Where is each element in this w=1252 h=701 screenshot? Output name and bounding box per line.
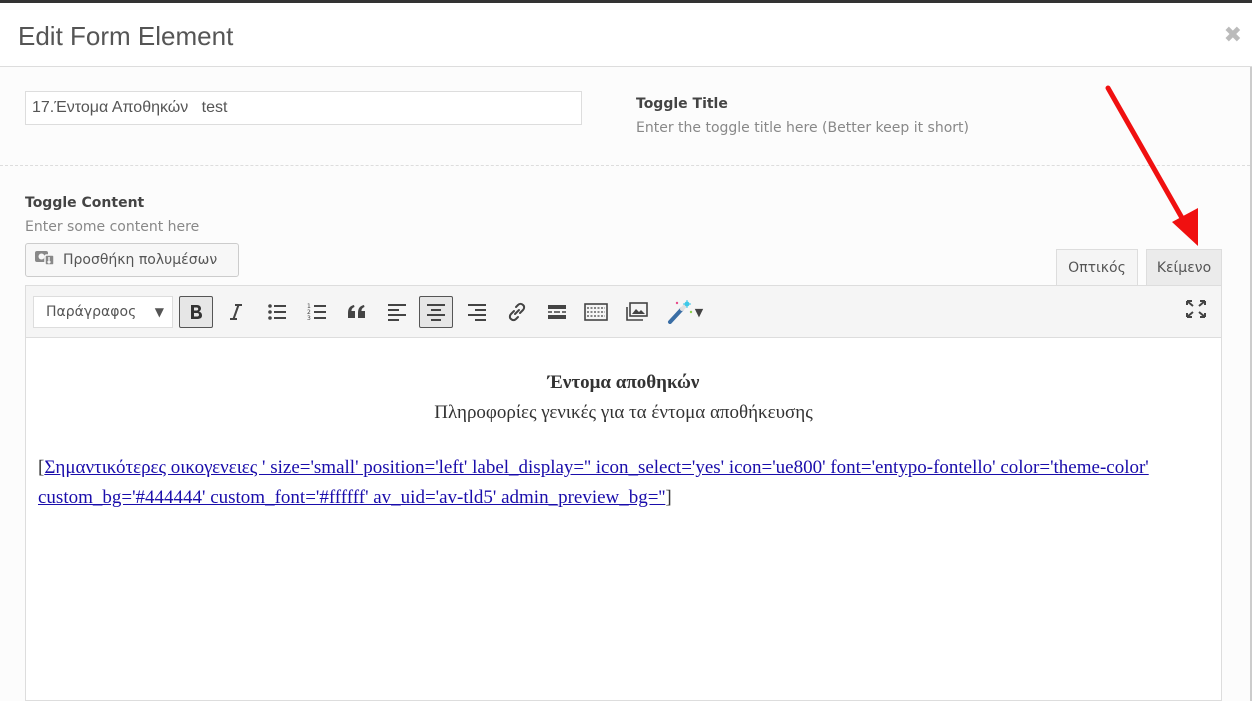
bold-icon xyxy=(191,305,202,319)
align-left-icon xyxy=(388,304,406,321)
tab-visual[interactable]: Οπτικός xyxy=(1056,249,1138,285)
toggle-content-label: Toggle Content xyxy=(25,195,145,211)
insert-link-button[interactable] xyxy=(500,296,534,328)
modal-header: Edit Form Element ✖ xyxy=(0,3,1252,67)
shortcode-link[interactable]: Σημαντικότερες οικογενειες ' size='small… xyxy=(38,457,1149,508)
read-more-icon xyxy=(548,305,566,319)
align-center-icon xyxy=(427,304,445,321)
content-subheading: Πληροφορίες γενικές για τα έντομα αποθήκ… xyxy=(434,402,813,423)
format-select-value: Παράγραφος xyxy=(46,304,137,320)
close-icon[interactable]: ✖ xyxy=(1224,23,1242,48)
add-media-label: Προσθήκη πολυμέσων xyxy=(63,252,218,268)
shortcode-paragraph: [Σημαντικότερες οικογενειες ' size='smal… xyxy=(38,453,1208,513)
magic-wand-icon xyxy=(667,300,692,324)
bullet-list-button[interactable] xyxy=(260,296,294,328)
gallery-icon xyxy=(626,302,648,321)
fullscreen-button[interactable] xyxy=(1181,294,1211,324)
numbered-list-button[interactable]: 123 xyxy=(300,296,334,328)
modal-body: Toggle Title Enter the toggle title here… xyxy=(0,67,1252,701)
numbered-list-icon: 123 xyxy=(307,303,326,321)
blockquote-button[interactable] xyxy=(340,296,374,328)
editor-content[interactable]: Έντομα αποθηκών Πληροφορίες γενικές για … xyxy=(26,338,1221,700)
toggle-title-input[interactable] xyxy=(25,91,582,125)
paragraph-format-select[interactable]: Παράγραφος ▼ xyxy=(33,296,173,328)
caret-down-icon: ▼ xyxy=(694,305,704,319)
svg-text:3: 3 xyxy=(307,315,311,321)
align-right-button[interactable] xyxy=(460,296,494,328)
italic-button[interactable] xyxy=(219,296,253,328)
editor-toolbar: Παράγραφος ▼ 123 ▼ xyxy=(26,286,1221,338)
toggle-title-description: Enter the toggle title here (Better keep… xyxy=(636,120,969,136)
align-right-icon xyxy=(468,304,486,321)
media-icon xyxy=(34,248,56,272)
toggle-title-label: Toggle Title xyxy=(636,96,728,112)
expand-icon xyxy=(1186,300,1206,318)
magic-wand-dropdown[interactable]: ▼ xyxy=(660,296,710,328)
align-left-button[interactable] xyxy=(380,296,414,328)
red-arrow-annotation xyxy=(1105,85,1198,246)
tab-text[interactable]: Κείμενο xyxy=(1146,249,1222,285)
toggle-content-description: Enter some content here xyxy=(25,219,200,235)
add-media-button[interactable]: Προσθήκη πολυμέσων xyxy=(25,243,239,277)
read-more-button[interactable] xyxy=(540,296,574,328)
caret-down-icon: ▼ xyxy=(154,305,164,319)
link-icon xyxy=(508,302,526,322)
toggle-title-row: Toggle Title Enter the toggle title here… xyxy=(0,67,1250,166)
content-heading: Έντομα αποθηκών xyxy=(547,372,700,393)
bold-button[interactable] xyxy=(179,296,213,328)
toolbar-toggle-button[interactable] xyxy=(579,296,613,328)
modal-title: Edit Form Element xyxy=(18,21,234,51)
insert-gallery-button[interactable] xyxy=(620,296,654,328)
keyboard-icon xyxy=(584,303,608,321)
italic-icon xyxy=(230,304,242,320)
align-center-button[interactable] xyxy=(419,296,453,328)
blockquote-icon xyxy=(348,305,365,318)
bullet-list-icon xyxy=(268,304,286,320)
rich-text-editor: Παράγραφος ▼ 123 ▼ Έντομα αποθηκών Πληρο… xyxy=(25,285,1222,701)
shortcode-close-bracket: ] xyxy=(665,487,672,508)
